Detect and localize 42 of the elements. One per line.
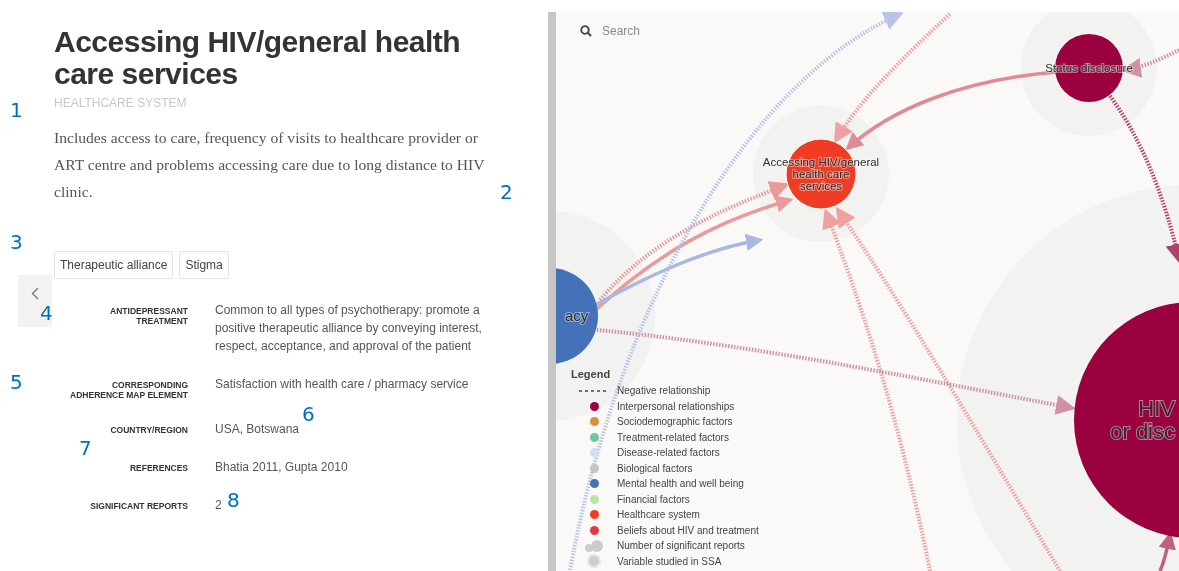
legend-label: Variable studied in SSA <box>617 555 722 567</box>
field-label: COUNTRY/REGION <box>110 424 188 437</box>
tag-chip[interactable]: Stigma <box>179 251 229 279</box>
tag-chip[interactable]: Therapeutic alliance <box>54 251 174 279</box>
ring-icon <box>587 554 601 569</box>
field-value: Satisfaction with health care / pharmacy service <box>215 376 469 393</box>
annotation-number: 7 <box>79 436 92 460</box>
legend-label: Negative relationship <box>617 385 711 397</box>
annotation-number: 6 <box>302 402 315 426</box>
legend-label: Sociodemographic factors <box>617 416 733 428</box>
field-label: REFERENCES <box>129 462 188 475</box>
dashed-line-icon <box>579 389 609 392</box>
legend-label: Treatment-related factors <box>617 431 729 443</box>
field-label: SIGNIFICANT REPORTS <box>90 500 188 513</box>
search-field[interactable]: Search <box>602 24 722 38</box>
search-icon <box>580 25 592 37</box>
field-value: 2 <box>215 497 222 514</box>
legend-label: Number of significant reports <box>617 540 745 552</box>
legend-title: Legend <box>571 368 612 380</box>
legend-label: Disease-related factors <box>617 447 720 459</box>
chevron-left-icon <box>31 287 39 300</box>
annotation-number: 5 <box>10 370 23 394</box>
annotation-number: 3 <box>10 230 23 254</box>
description-text: Includes access to care, frequency of visits to healthcare provider or ART centre and problems accessing care due to long distance to HIV clinic. <box>54 128 486 202</box>
annotation-number: 4 <box>40 301 53 325</box>
bubbles-icon <box>584 539 604 553</box>
legend-label: Mental health and well being <box>617 478 744 490</box>
legend-label: Biological factors <box>617 462 693 474</box>
field-value: Common to all types of psychotherapy: promote a positive therapeutic alliance by conveying interest, respect, acceptance, and approval of the patient <box>215 302 483 355</box>
legend-label: Healthcare system <box>617 509 700 521</box>
annotation-number: 1 <box>10 98 23 122</box>
field-label: ANTIDEPRESSANT TREATMENT <box>109 305 188 328</box>
annotation-number: 8 <box>227 488 240 512</box>
back-button[interactable] <box>18 275 52 327</box>
legend-label: Financial factors <box>617 493 690 505</box>
annotation-number: 2 <box>500 180 513 204</box>
legend-label: Beliefs about HIV and treatment <box>617 524 759 536</box>
detail-title: Accessing HIV/general health care services <box>54 26 462 90</box>
legend-label: Interpersonal relationships <box>617 400 735 412</box>
field-label: CORRESPONDING ADHERENCE MAP ELEMENT <box>69 379 188 400</box>
field-value: Bhatia 2011, Gupta 2010 <box>215 459 348 476</box>
field-value: USA, Botswana <box>215 421 300 438</box>
